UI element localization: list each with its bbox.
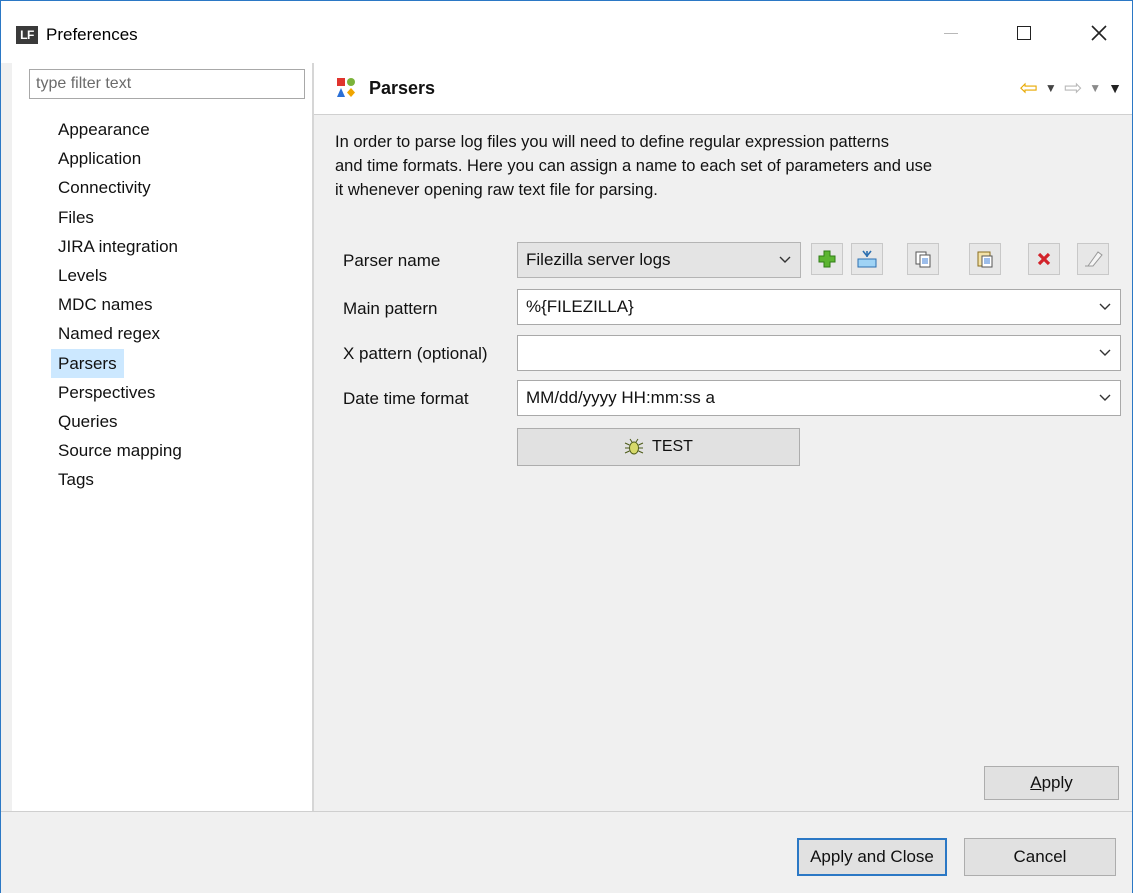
apply-button[interactable]: Apply [984, 766, 1119, 800]
tree-item-levels[interactable]: Levels [51, 266, 114, 285]
preferences-tree-panel: Appearance Application Connectivity File… [12, 63, 312, 811]
parsers-page: Parsers ⇦ ▼ ⇨ ▼ ▼ In order to parse log … [314, 63, 1132, 811]
parsers-icon [337, 78, 355, 97]
tree-item-mdc-names[interactable]: MDC names [51, 295, 159, 314]
delete-parser-button[interactable] [1028, 243, 1060, 275]
preferences-tree: Appearance Application Connectivity File… [51, 115, 189, 495]
window-title: Preferences [46, 25, 138, 44]
chevron-down-icon[interactable] [1098, 290, 1112, 324]
maximize-button[interactable] [1001, 15, 1047, 51]
copy-icon [915, 251, 931, 268]
view-menu-icon[interactable]: ▼ [1108, 80, 1122, 96]
preferences-window: LF Preferences Appearance Application Co… [0, 0, 1133, 893]
test-button[interactable]: TEST [517, 428, 800, 466]
tree-item-queries[interactable]: Queries [51, 412, 125, 431]
paste-icon [977, 251, 993, 268]
import-icon [857, 250, 877, 268]
forward-arrow-icon[interactable]: ⇨ [1064, 77, 1082, 99]
cancel-button[interactable]: Cancel [964, 838, 1116, 876]
date-format-value: MM/dd/yyyy HH:mm:ss a [526, 388, 715, 407]
page-title: Parsers [369, 78, 436, 98]
chevron-down-icon[interactable] [1098, 336, 1112, 370]
apply-mnemonic: A [1030, 773, 1042, 792]
apply-label: pply [1041, 773, 1073, 792]
tree-item-perspectives[interactable]: Perspectives [51, 383, 162, 402]
close-button[interactable] [1076, 15, 1122, 51]
clear-button[interactable] [1077, 243, 1109, 275]
import-parser-button[interactable] [851, 243, 883, 275]
main-pattern-label: Main pattern [343, 299, 438, 318]
date-format-combo[interactable]: MM/dd/yyyy HH:mm:ss a [517, 380, 1121, 416]
x-pattern-combo[interactable] [517, 335, 1121, 371]
date-format-label: Date time format [343, 389, 469, 408]
page-header: Parsers ⇦ ▼ ⇨ ▼ ▼ [314, 63, 1132, 115]
apply-and-close-button[interactable]: Apply and Close [797, 838, 947, 876]
bug-icon [624, 438, 644, 455]
parser-name-value: Filezilla server logs [526, 250, 671, 269]
tree-item-files[interactable]: Files [51, 208, 101, 227]
tree-item-appearance[interactable]: Appearance [51, 120, 157, 139]
back-arrow-icon[interactable]: ⇦ [1019, 77, 1037, 99]
tree-item-application[interactable]: Application [51, 149, 148, 168]
paste-parser-button[interactable] [969, 243, 1001, 275]
parser-name-combo[interactable]: Filezilla server logs [517, 242, 801, 278]
tree-item-connectivity[interactable]: Connectivity [51, 178, 158, 197]
page-navigation: ⇦ ▼ ⇨ ▼ ▼ [1019, 77, 1122, 99]
description-line: and time formats. Here you can assign a … [335, 157, 933, 175]
add-icon [818, 250, 836, 268]
parser-name-label: Parser name [343, 251, 441, 270]
app-logo-icon: LF [16, 26, 38, 44]
tree-item-jira-integration[interactable]: JIRA integration [51, 237, 185, 256]
test-label: TEST [652, 438, 693, 455]
add-parser-button[interactable] [811, 243, 843, 275]
delete-icon [1037, 252, 1051, 266]
chevron-down-icon[interactable] [1098, 381, 1112, 415]
description-line: it whenever opening raw text file for pa… [335, 181, 658, 199]
filter-input[interactable] [29, 69, 305, 99]
tree-item-parsers[interactable]: Parsers [51, 348, 124, 378]
tree-item-named-regex[interactable]: Named regex [51, 324, 167, 343]
forward-dropdown-icon[interactable]: ▼ [1089, 81, 1101, 95]
tree-item-tags[interactable]: Tags [51, 470, 101, 489]
page-description: In order to parse log files you will nee… [335, 130, 1035, 202]
chevron-down-icon [778, 243, 792, 277]
tree-item-source-mapping[interactable]: Source mapping [51, 441, 189, 460]
close-icon [1091, 25, 1107, 41]
title-bar: LF Preferences [1, 1, 1132, 63]
back-dropdown-icon[interactable]: ▼ [1045, 81, 1057, 95]
eraser-icon [1085, 251, 1103, 267]
description-line: In order to parse log files you will nee… [335, 133, 889, 151]
main-pattern-combo[interactable]: %{FILEZILLA} [517, 289, 1121, 325]
maximize-icon [1017, 26, 1031, 40]
x-pattern-label: X pattern (optional) [343, 344, 488, 363]
dialog-footer: Apply and Close Cancel [1, 812, 1132, 893]
minimize-icon [944, 32, 958, 34]
main-pattern-value: %{FILEZILLA} [526, 297, 634, 316]
minimize-button[interactable] [928, 15, 974, 51]
copy-parser-button[interactable] [907, 243, 939, 275]
